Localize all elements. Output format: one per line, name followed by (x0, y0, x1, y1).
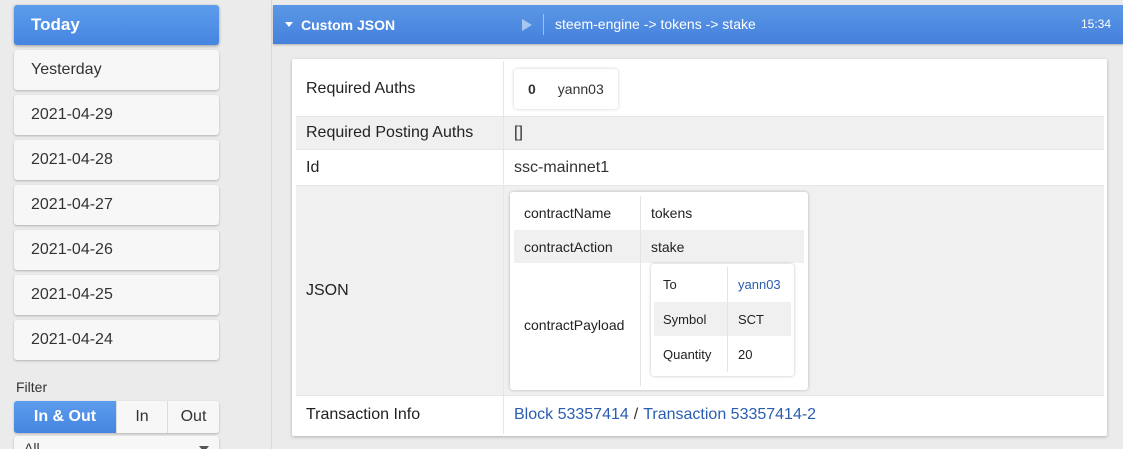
payload-key: Quantity (654, 336, 728, 372)
auth-index: 0 (528, 80, 536, 97)
operation-path: steem-engine -> tokens -> stake (555, 16, 756, 32)
to-account-link[interactable]: yann03 (738, 277, 781, 292)
block-link[interactable]: Block 53357414 (514, 406, 629, 424)
payload-row-quantity: Quantity 20 (654, 336, 791, 372)
transaction-link[interactable]: Transaction 53357414-2 (643, 406, 816, 424)
auth-item: 0 yann03 (514, 68, 618, 109)
payload-row-symbol: Symbol SCT (654, 302, 791, 336)
operation-details: Required Auths 0 yann03 Required Posting… (292, 59, 1107, 436)
row-id: Id ssc-mainnet1 (296, 150, 1104, 186)
sidebar: Today Yesterday 2021-04-29 2021-04-28 20… (0, 0, 226, 449)
date-button-2021-04-24[interactable]: 2021-04-24 (14, 320, 219, 360)
required-posting-value: [] (514, 124, 523, 141)
operation-title: Custom JSON (301, 16, 396, 33)
json-key: contractAction (514, 230, 641, 263)
auth-account: yann03 (557, 80, 604, 97)
json-label: JSON (296, 186, 504, 395)
payload-key: To (654, 267, 728, 302)
content-divider (271, 0, 272, 449)
row-required-posting-auths: Required Posting Auths [] (296, 117, 1104, 150)
date-button-2021-04-29[interactable]: 2021-04-29 (14, 95, 219, 135)
payload-value: yann03 (728, 267, 791, 302)
payload-value: SCT (738, 311, 764, 327)
filter-select[interactable]: All (14, 436, 219, 449)
transaction-info-label: Transaction Info (296, 396, 504, 434)
date-button-2021-04-27[interactable]: 2021-04-27 (14, 185, 219, 225)
filter-label: Filter (16, 379, 48, 395)
id-label: Id (296, 150, 504, 185)
payload-row-to: To yann03 (654, 267, 791, 302)
payload-table: To yann03 Symbol SCT Quantity 20 (651, 264, 794, 376)
caret-down-icon[interactable] (285, 22, 293, 27)
operation-header[interactable]: Custom JSON steem-engine -> tokens -> st… (273, 5, 1123, 44)
id-value: ssc-mainnet1 (514, 158, 610, 176)
json-row-contract-action: contractAction stake (514, 230, 804, 263)
row-required-auths: Required Auths 0 yann03 (296, 61, 1104, 117)
json-value: stake (651, 238, 685, 255)
date-button-yesterday[interactable]: Yesterday (14, 50, 219, 90)
json-value: tokens (651, 205, 693, 221)
date-button-today[interactable]: Today (14, 5, 219, 45)
payload-value: 20 (738, 346, 753, 362)
transaction-info-value: Block 53357414 / Transaction 53357414-2 (504, 396, 1104, 434)
json-table: contractName tokens contractAction stake… (510, 192, 808, 390)
filter-out-button[interactable]: Out (167, 401, 219, 433)
date-button-2021-04-28[interactable]: 2021-04-28 (14, 140, 219, 180)
required-auths-value: 0 yann03 (504, 61, 1104, 116)
filter-in-out-button[interactable]: In & Out (14, 401, 116, 433)
row-transaction-info: Transaction Info Block 53357414 / Transa… (296, 396, 1104, 434)
json-key: contractName (514, 196, 641, 230)
play-icon[interactable] (522, 19, 532, 31)
date-button-2021-04-25[interactable]: 2021-04-25 (14, 275, 219, 315)
filter-in-button[interactable]: In (116, 401, 167, 433)
operation-time: 15:34 (1080, 17, 1111, 31)
date-button-2021-04-26[interactable]: 2021-04-26 (14, 230, 219, 270)
filter-select-value: All (24, 440, 40, 449)
filter-toggle-group: In & Out In Out (14, 401, 219, 433)
json-row-contract-name: contractName tokens (514, 196, 804, 230)
header-separator (543, 14, 544, 35)
required-posting-label: Required Posting Auths (296, 117, 504, 149)
json-key: contractPayload (514, 263, 641, 386)
link-separator: / (633, 406, 639, 423)
payload-key: Symbol (654, 302, 728, 336)
required-auths-label: Required Auths (296, 61, 504, 116)
